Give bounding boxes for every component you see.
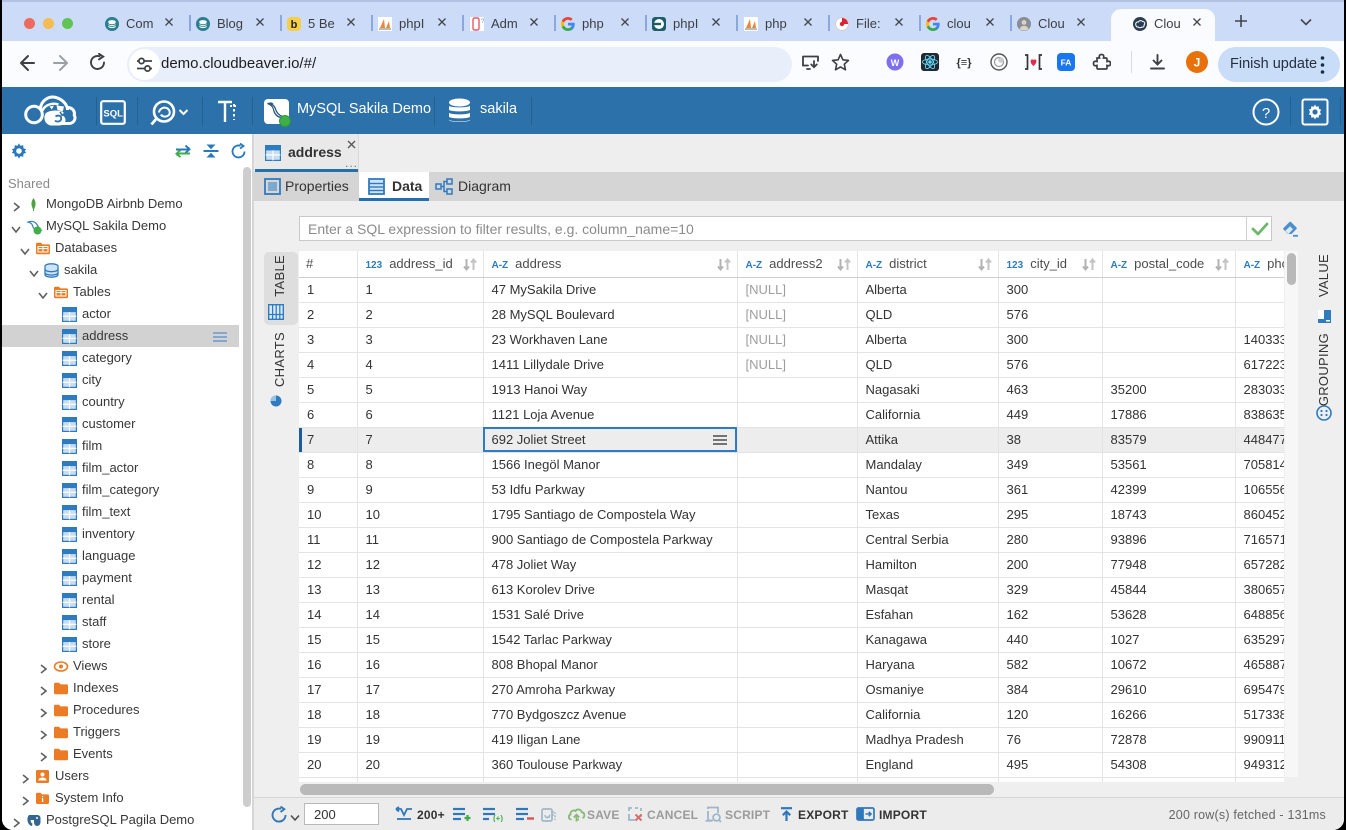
svg-text:J: J: [1194, 56, 1201, 70]
svg-text:(+): (+): [493, 814, 503, 822]
svg-text:SQL: SQL: [103, 109, 123, 120]
svg-text:{≡}: {≡}: [957, 57, 973, 69]
svg-text:W: W: [891, 58, 900, 68]
svg-text:b: b: [291, 19, 298, 31]
svg-text:?: ?: [1262, 105, 1270, 122]
svg-text:?: ?: [481, 19, 484, 25]
svg-text:FA: FA: [1061, 58, 1072, 68]
